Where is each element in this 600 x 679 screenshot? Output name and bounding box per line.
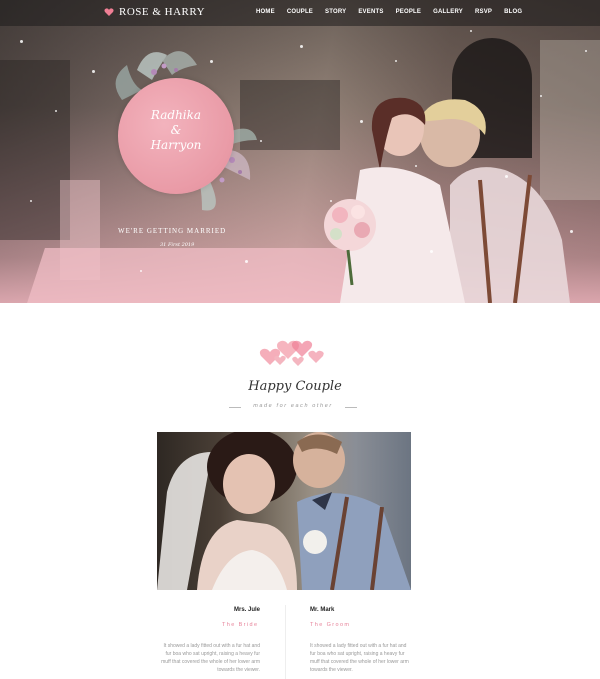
logo-text: ROSE & HARRY [119, 6, 206, 18]
main-menu: HOME COUPLE STORY EVENTS PEOPLE GALLERY … [256, 9, 522, 15]
nav-story[interactable]: STORY [325, 9, 346, 15]
bride-bio: It showed a lady fitted out with a fur h… [161, 643, 260, 673]
snow-particle [300, 45, 303, 48]
section-title: Happy Couple [248, 379, 342, 394]
snow-particle [570, 230, 573, 233]
section-subtitle-wrap: made for each other [229, 403, 357, 413]
hearts-cluster-icon [259, 340, 324, 366]
couple-photo [157, 432, 411, 590]
snow-particle [330, 200, 332, 202]
nav-home[interactable]: HOME [256, 9, 275, 15]
snow-particle [470, 30, 472, 32]
nav-people[interactable]: PEOPLE [396, 9, 422, 15]
nav-gallery[interactable]: GALLERY [433, 9, 463, 15]
snow-particle [395, 60, 397, 62]
bio-divider [285, 605, 286, 679]
bride-first-name: Radhika [150, 108, 202, 122]
snow-particle [140, 270, 142, 272]
groom-first-name: Harryon [150, 138, 202, 152]
hero-couple-image [324, 97, 570, 303]
nav-blog[interactable]: BLOG [504, 9, 522, 15]
groom-bio: It showed a lady fitted out with a fur h… [310, 643, 409, 673]
nav-couple[interactable]: COUPLE [287, 9, 313, 15]
snow-particle [245, 260, 248, 263]
snow-particle [360, 120, 363, 123]
bride-name: Mrs. Jule [234, 607, 261, 613]
snow-particle [55, 110, 57, 112]
site-logo[interactable]: ROSE & HARRY [104, 6, 205, 18]
hero-banner: Radhika & Harryon WE'RE GETTING MARRIED … [0, 0, 600, 303]
snow-particle [92, 70, 95, 73]
groom-name: Mr. Mark [310, 607, 335, 613]
nav-rsvp[interactable]: RSVP [475, 9, 492, 15]
section-subtitle: made for each other [253, 403, 333, 409]
snow-particle [505, 175, 508, 178]
snow-particle [540, 95, 542, 97]
hero-date: 31 First 2019 [160, 242, 195, 248]
names-wreath: Radhika & Harryon [102, 40, 262, 220]
snow-particle [30, 200, 32, 202]
couple-photo-illustration [157, 432, 411, 590]
snow-particle [430, 250, 433, 253]
names-ampersand: & [170, 123, 182, 137]
snow-particle [20, 40, 23, 43]
snow-particle [415, 165, 417, 167]
nav-events[interactable]: EVENTS [358, 9, 383, 15]
couple-names: Radhika & Harryon [118, 108, 234, 153]
bride-role: The Bride [222, 622, 259, 628]
snow-particle [585, 50, 587, 52]
top-navbar: ROSE & HARRY HOME COUPLE STORY EVENTS PE… [0, 0, 600, 26]
subtitle-line-right [345, 407, 357, 408]
hero-tagline: WE'RE GETTING MARRIED [118, 227, 227, 235]
groom-role: The Groom [310, 622, 351, 628]
heart-icon [104, 8, 114, 16]
